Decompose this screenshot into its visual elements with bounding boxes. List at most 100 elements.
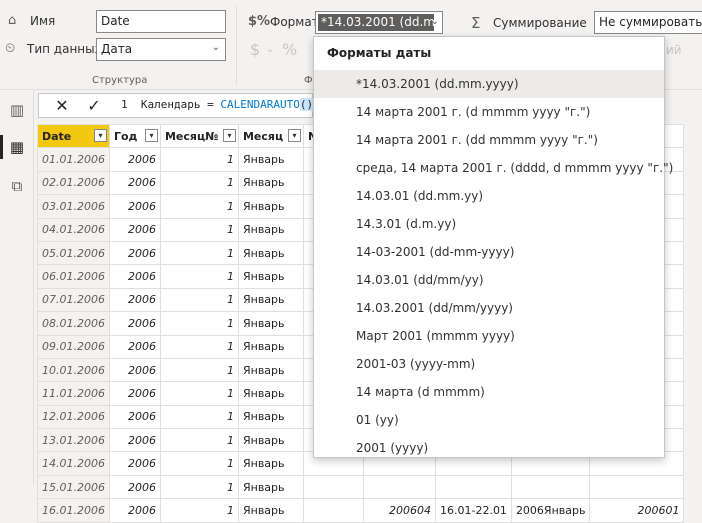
column-header-date[interactable]: Date ▾ (37, 123, 110, 149)
cell-extra[interactable] (510, 474, 591, 500)
cell-month-number[interactable]: 1 (159, 428, 239, 453)
dropdown-item[interactable]: 14 марта 2001 г. (dd mmmm yyyy "г.") (314, 126, 664, 154)
report-view-icon[interactable]: ▥ (7, 100, 27, 120)
cell-extra[interactable]: 16.01-22.01 (434, 498, 512, 523)
cell-extra[interactable]: 200601 (589, 498, 685, 523)
cell-month[interactable]: Январь (237, 404, 304, 430)
cell-year[interactable]: 2006 (108, 428, 161, 453)
cell-year[interactable]: 2006 (108, 404, 161, 430)
cell-year[interactable]: 2006 (108, 264, 161, 289)
dropdown-item[interactable]: 14.3.01 (d.m.yy) (314, 210, 664, 238)
cell-extra[interactable] (302, 474, 364, 500)
cell-month-number[interactable]: 1 (159, 357, 239, 383)
cell-year[interactable]: 2006 (108, 217, 161, 242)
cell-month-number[interactable]: 1 (159, 404, 239, 430)
cell-month-number[interactable]: 1 (159, 240, 239, 266)
cell-month[interactable]: Январь (237, 498, 304, 523)
dropdown-item[interactable]: 01 (yy) (314, 406, 664, 434)
cell-year[interactable]: 2006 (108, 451, 161, 476)
cell-month[interactable]: Январь (237, 240, 304, 266)
cell-year[interactable]: 2006 (108, 334, 161, 359)
cell-month-number[interactable]: 1 (159, 287, 239, 313)
model-view-icon[interactable]: ⧉ (7, 176, 27, 196)
cell-month-number[interactable]: 1 (159, 264, 239, 289)
cell-month-number[interactable]: 1 (159, 334, 239, 359)
cell-month-number[interactable]: 1 (159, 217, 239, 242)
cell-date[interactable]: 13.01.2006 (37, 428, 110, 453)
cell-date[interactable]: 12.01.2006 (37, 404, 110, 430)
cell-year[interactable]: 2006 (108, 498, 161, 523)
cancel-formula-icon[interactable]: ✕ (51, 96, 73, 116)
column-header-year[interactable]: Год ▾ (108, 123, 161, 149)
cell-extra[interactable] (589, 474, 685, 500)
cell-year[interactable]: 2006 (108, 357, 161, 383)
cell-month-number[interactable]: 1 (159, 498, 239, 523)
dropdown-item[interactable]: 2001-03 (yyyy-mm) (314, 350, 664, 378)
name-input[interactable]: Date (96, 10, 226, 33)
cell-year[interactable]: 2006 (108, 474, 161, 500)
dropdown-item[interactable]: 14.03.01 (dd.mm.yy) (314, 182, 664, 210)
cell-extra[interactable] (362, 474, 436, 500)
datatype-select[interactable]: Дата ⌄ (96, 38, 226, 61)
filter-dropdown-icon[interactable]: ▾ (93, 129, 107, 142)
chevron-down-icon[interactable]: ⌄ (266, 44, 274, 55)
cell-month[interactable]: Январь (237, 264, 304, 289)
filter-dropdown-icon[interactable]: ▾ (222, 129, 236, 142)
data-view-icon[interactable]: ▦ (0, 135, 27, 159)
cell-year[interactable]: 2006 (108, 147, 161, 172)
cell-month[interactable]: Январь (237, 474, 304, 500)
cell-date[interactable]: 11.01.2006 (37, 381, 110, 406)
cell-month-number[interactable]: 1 (159, 194, 239, 219)
cell-year[interactable]: 2006 (108, 381, 161, 406)
cell-month-number[interactable]: 1 (159, 170, 239, 196)
cell-date[interactable]: 03.01.2006 (37, 194, 110, 219)
format-select[interactable]: *14.03.2001 (dd.mm.yyyy) ⌄ (315, 11, 443, 34)
commit-formula-icon[interactable]: ✓ (83, 96, 105, 116)
cell-date[interactable]: 04.01.2006 (37, 217, 110, 242)
dropdown-item[interactable]: среда, 14 марта 2001 г. (dddd, d mmmm yy… (314, 154, 673, 182)
cell-date[interactable]: 06.01.2006 (37, 264, 110, 289)
filter-dropdown-icon[interactable]: ▾ (287, 129, 301, 142)
cell-extra[interactable]: 200604 (362, 498, 436, 523)
cell-month-number[interactable]: 1 (159, 311, 239, 336)
cell-date[interactable]: 16.01.2006 (37, 498, 110, 523)
dropdown-item[interactable]: 14 марта (d mmmm) (314, 378, 664, 406)
cell-date[interactable]: 09.01.2006 (37, 334, 110, 359)
column-header-month-number[interactable]: Месяц№ ▾ (159, 123, 239, 149)
cell-extra[interactable]: 2006Январь (510, 498, 591, 523)
cell-year[interactable]: 2006 (108, 170, 161, 196)
cell-month[interactable]: Январь (237, 311, 304, 336)
dropdown-item[interactable]: Март 2001 (mmmm yyyy) (314, 322, 664, 350)
cell-month[interactable]: Январь (237, 428, 304, 453)
cell-month[interactable]: Январь (237, 357, 304, 383)
dropdown-item[interactable]: 14-03-2001 (dd-mm-yyyy) (314, 238, 664, 266)
sum-select[interactable]: Не суммировать (594, 11, 702, 34)
cell-date[interactable]: 01.01.2006 (37, 147, 110, 172)
cell-date[interactable]: 07.01.2006 (37, 287, 110, 313)
column-header-month[interactable]: Месяц ▾ (237, 123, 304, 149)
cell-month[interactable]: Январь (237, 170, 304, 196)
cell-month-number[interactable]: 1 (159, 474, 239, 500)
cell-extra[interactable] (434, 474, 512, 500)
cell-month[interactable]: Январь (237, 287, 304, 313)
cell-year[interactable]: 2006 (108, 287, 161, 313)
cell-date[interactable]: 05.01.2006 (37, 240, 110, 266)
cell-date[interactable]: 10.01.2006 (37, 357, 110, 383)
cell-date[interactable]: 15.01.2006 (37, 474, 110, 500)
cell-month[interactable]: Январь (237, 194, 304, 219)
currency-icon[interactable]: $ (250, 40, 260, 59)
cell-year[interactable]: 2006 (108, 240, 161, 266)
cell-year[interactable]: 2006 (108, 194, 161, 219)
cell-month[interactable]: Январь (237, 381, 304, 406)
dropdown-item[interactable]: *14.03.2001 (dd.mm.yyyy) (314, 70, 664, 98)
cell-month[interactable]: Январь (237, 334, 304, 359)
cell-year[interactable]: 2006 (108, 311, 161, 336)
cell-month-number[interactable]: 1 (159, 451, 239, 476)
cell-extra[interactable] (302, 498, 364, 523)
formula-input[interactable]: 1 Календарь = CALENDARAUTO() (121, 98, 314, 111)
cell-date[interactable]: 02.01.2006 (37, 170, 110, 196)
cell-month-number[interactable]: 1 (159, 147, 239, 172)
filter-dropdown-icon[interactable]: ▾ (144, 129, 158, 142)
cell-date[interactable]: 08.01.2006 (37, 311, 110, 336)
percent-icon[interactable]: % (282, 40, 297, 59)
